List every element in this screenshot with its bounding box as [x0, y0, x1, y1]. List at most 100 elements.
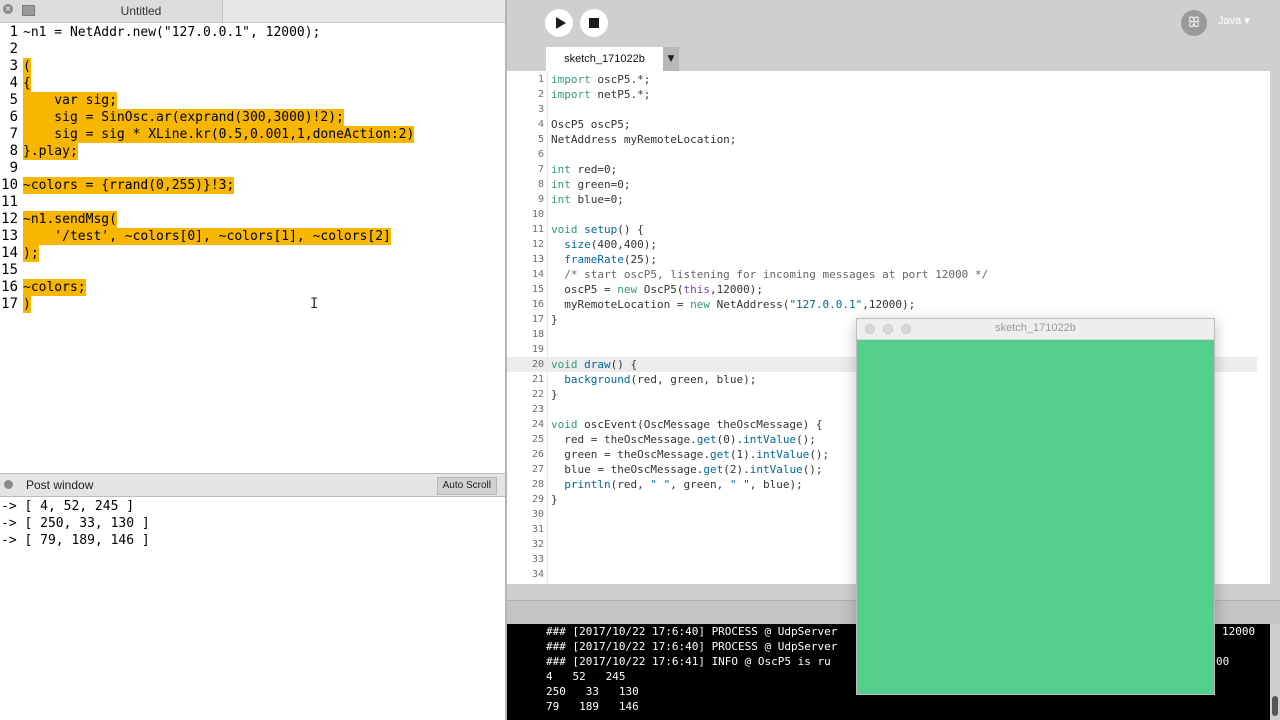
code-line[interactable]: 12 ~n1.sendMsg( [0, 211, 505, 228]
line-number: 18 [531, 329, 544, 340]
code-line[interactable]: 1 ~n1 = NetAddr.new("127.0.0.1", 12000); [0, 24, 505, 41]
code-line[interactable]: 16 myRemoteLocation = new NetAddress("12… [507, 297, 1257, 312]
line-number: 7 [537, 164, 544, 175]
code-line[interactable]: 8 }.play; [0, 143, 505, 160]
line-number: 28 [531, 479, 544, 490]
mode-select[interactable]: Java ▾ [1218, 14, 1250, 27]
code-line[interactable]: 7 sig = sig * XLine.kr(0.5,0.001,1,doneA… [0, 126, 505, 143]
code-text: void setup() { [551, 223, 644, 236]
code-text: size(400,400); [564, 238, 657, 251]
sketch-window[interactable]: sketch_171022b [856, 318, 1215, 695]
play-icon [556, 17, 566, 29]
line-number: 13 [531, 254, 544, 265]
code-text: var sig; [23, 92, 117, 109]
code-text: ~n1 = NetAddr.new("127.0.0.1", 12000); [23, 25, 321, 40]
tab-sketch[interactable]: sketch_171022b [546, 47, 663, 71]
post-window-label: Post window [26, 478, 94, 492]
code-line[interactable]: 4{ [0, 75, 505, 92]
code-line[interactable]: 15 [0, 262, 505, 279]
line-number: 30 [531, 509, 544, 520]
auto-scroll-button[interactable]: Auto Scroll [436, 477, 497, 495]
line-number: 11 [1, 194, 18, 210]
stop-icon [589, 18, 599, 28]
code-line[interactable]: 4 OscP5 oscP5; [507, 117, 1257, 132]
code-text: println(red, " ", green, " ", blue); [564, 478, 803, 491]
code-line[interactable]: 3( [0, 58, 505, 75]
console-line: 250 33 130 [546, 685, 639, 698]
debug-button[interactable]: ꕥ [1181, 10, 1207, 36]
code-line[interactable]: 9 [0, 160, 505, 177]
line-number: 31 [531, 524, 544, 535]
code-line[interactable]: 9 int blue=0; [507, 192, 1257, 207]
console-overflow-text: 12000 [1222, 625, 1256, 638]
line-number: 10 [531, 209, 544, 220]
line-number: 17 [1, 296, 18, 312]
code-line[interactable]: 5 NetAddress myRemoteLocation; [507, 132, 1257, 147]
code-line[interactable]: 15 oscP5 = new OscP5(this,12000); [507, 282, 1257, 297]
code-text: sig = sig * XLine.kr(0.5,0.001,1,doneAct… [23, 126, 415, 143]
line-number: 8 [9, 143, 18, 159]
console-scrollbar[interactable] [1270, 624, 1280, 720]
code-line[interactable]: 10 ~colors = {rrand(0,255)}!3; [0, 177, 505, 194]
code-line[interactable]: 10 [507, 207, 1257, 222]
line-number: 2 [537, 89, 544, 100]
code-line[interactable]: 8 int green=0; [507, 177, 1257, 192]
line-number: 4 [9, 75, 18, 91]
code-line[interactable]: 6 [507, 147, 1257, 162]
supercollider-ide: × Untitled 1 ~n1 = NetAddr.new("127.0.0.1… [0, 0, 505, 720]
line-number: 6 [537, 149, 544, 160]
code-line[interactable]: 1 import oscP5.*; [507, 72, 1257, 87]
code-text: import oscP5.*; [551, 73, 651, 86]
code-line[interactable]: 3 [507, 102, 1257, 117]
line-number: 20 [531, 359, 544, 370]
line-number: 32 [531, 539, 544, 550]
code-line[interactable]: 11 [0, 194, 505, 211]
sketch-title-bar[interactable]: sketch_171022b [857, 319, 1214, 340]
line-number: 5 [537, 134, 544, 145]
code-text: oscP5 = new OscP5(this,12000); [551, 283, 763, 296]
scroll-thumb[interactable] [1272, 696, 1278, 716]
tab-title: Untitled [120, 4, 162, 18]
sc-tab-bar: × Untitled [0, 0, 505, 23]
post-window-icon [4, 480, 13, 489]
line-number: 17 [531, 314, 544, 325]
code-line[interactable]: 2 import netP5.*; [507, 87, 1257, 102]
code-line[interactable]: 12 size(400,400); [507, 237, 1257, 252]
sc-code-editor[interactable]: 1 ~n1 = NetAddr.new("127.0.0.1", 12000); 2… [0, 24, 505, 470]
code-line[interactable]: 13 frameRate(25); [507, 252, 1257, 267]
code-line[interactable]: 14 /* start oscP5, listening for incomin… [507, 267, 1257, 282]
code-text: sig = SinOsc.ar(exprand(300,3000)!2); [23, 109, 344, 126]
line-number: 16 [1, 279, 18, 295]
post-line: -> [ 250, 33, 130 ] [1, 516, 150, 531]
code-line[interactable]: 17) [0, 296, 505, 313]
line-number: 11 [531, 224, 544, 235]
stop-button[interactable] [580, 9, 608, 37]
code-line[interactable]: 2 [0, 41, 505, 58]
code-text: { [23, 75, 31, 92]
tab-menu-button[interactable]: ▼ [663, 47, 679, 71]
line-number: 13 [1, 228, 18, 244]
code-line[interactable]: 11 void setup() { [507, 222, 1257, 237]
run-button[interactable] [545, 9, 573, 37]
code-line[interactable]: 16 ~colors; [0, 279, 505, 296]
code-text: }.play; [23, 143, 78, 160]
line-number: 24 [531, 419, 544, 430]
code-line[interactable]: 13 '/test', ~colors[0], ~colors[1], ~col… [0, 228, 505, 245]
code-text: } [551, 493, 558, 506]
sketch-canvas [857, 340, 1214, 694]
code-line[interactable]: 6 sig = SinOsc.ar(exprand(300,3000)!2); [0, 109, 505, 126]
line-number: 14 [531, 269, 544, 280]
code-line[interactable]: 14); [0, 245, 505, 262]
line-number: 5 [9, 92, 18, 108]
line-number: 15 [531, 284, 544, 295]
code-line[interactable]: 7 int red=0; [507, 162, 1257, 177]
line-number: 14 [1, 245, 18, 261]
tab-untitled[interactable]: × Untitled [0, 0, 223, 22]
console-line: ### [2017/10/22 17:6:40] PROCESS @ UdpSe… [546, 625, 838, 638]
code-text: ~n1.sendMsg( [23, 211, 117, 228]
code-text: /* start oscP5, listening for incoming m… [551, 268, 989, 281]
code-line[interactable]: 5 var sig; [0, 92, 505, 109]
editor-scrollbar[interactable] [1270, 71, 1280, 584]
line-number: 10 [1, 177, 18, 193]
code-text: } [551, 388, 558, 401]
